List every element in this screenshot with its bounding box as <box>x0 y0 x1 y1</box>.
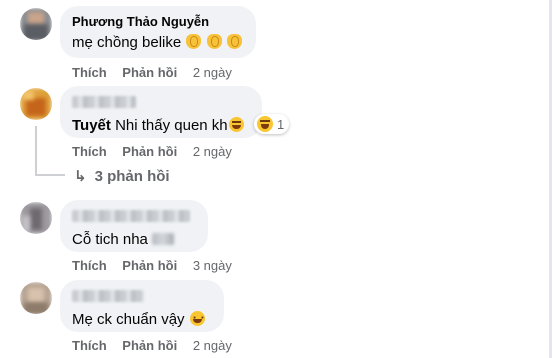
reaction-count: 1 <box>277 116 285 132</box>
mention-tag[interactable]: Tuyết <box>72 117 111 134</box>
redacted-word <box>152 233 175 245</box>
grinning-face-icon <box>189 308 205 328</box>
comment-author[interactable] <box>72 290 144 302</box>
comment-timestamp[interactable]: 2 ngày <box>193 338 232 353</box>
laughing-face-icon <box>257 116 273 132</box>
comment-timestamp[interactable]: 2 ngày <box>193 65 232 80</box>
comment-author[interactable]: Phương Thảo Nguyễn <box>72 14 244 30</box>
avatar[interactable] <box>20 88 52 120</box>
thread-connector <box>35 126 37 174</box>
like-button[interactable]: Thích <box>72 338 107 353</box>
comment-timestamp[interactable]: 2 ngày <box>193 144 232 159</box>
reply-button[interactable]: Phản hồi <box>122 338 177 353</box>
reply-button[interactable]: Phản hồi <box>122 144 177 159</box>
like-button[interactable]: Thích <box>72 258 107 273</box>
like-button[interactable]: Thích <box>72 144 107 159</box>
clapping-hands-icon <box>186 34 202 49</box>
comment-text-body: Cỗ tich nha <box>72 231 153 248</box>
reaction-summary[interactable]: 1 <box>254 114 290 134</box>
avatar[interactable] <box>20 282 52 314</box>
comment-timestamp[interactable]: 3 ngày <box>193 258 232 273</box>
comment-text: Tuyết Nhi thấy quen kh <box>72 116 250 136</box>
comment-actions: Thích Phản hồi 2 ngày <box>72 144 232 160</box>
reply-arrow-icon: ↳ <box>74 168 87 185</box>
comment-bubble: Mẹ ck chuẩn vậy <box>60 280 224 332</box>
comment-bubble: Cỗ tich nha <box>60 200 208 252</box>
comment-bubble: Phương Thảo Nguyễn mẹ chồng belike <box>60 6 256 58</box>
like-button[interactable]: Thích <box>72 65 107 80</box>
comment-author[interactable] <box>72 96 136 108</box>
comment-author[interactable] <box>72 210 190 222</box>
comment-actions: Thích Phản hồi 2 ngày <box>72 338 232 354</box>
comment-text-body: Mẹ ck chuẩn vậy <box>72 311 189 328</box>
clapping-hands-icon <box>206 34 222 49</box>
avatar[interactable] <box>20 8 52 40</box>
comment-bubble: Tuyết Nhi thấy quen kh <box>60 86 262 138</box>
comment-text: Mẹ ck chuẩn vậy <box>72 308 212 330</box>
thread-connector <box>35 174 65 176</box>
avatar[interactable] <box>20 202 52 234</box>
comment-text: mẹ chồng belike <box>72 33 244 53</box>
comment-text: Cỗ tich nha <box>72 230 196 250</box>
view-replies-link[interactable]: ↳ 3 phản hồi <box>74 167 170 185</box>
reply-button[interactable]: Phản hồi <box>122 258 177 273</box>
laughing-face-icon <box>228 117 244 132</box>
clapping-hands-icon <box>226 34 242 49</box>
comment-text-body: mẹ chồng belike <box>72 34 182 51</box>
comment-text-body: Nhi thấy quen kh <box>110 117 228 134</box>
reply-button[interactable]: Phản hồi <box>122 65 177 80</box>
comment-actions: Thích Phản hồi 3 ngày <box>72 258 232 274</box>
replies-count-label: 3 phản hồi <box>94 168 170 185</box>
comment-actions: Thích Phản hồi 2 ngày <box>72 65 232 81</box>
